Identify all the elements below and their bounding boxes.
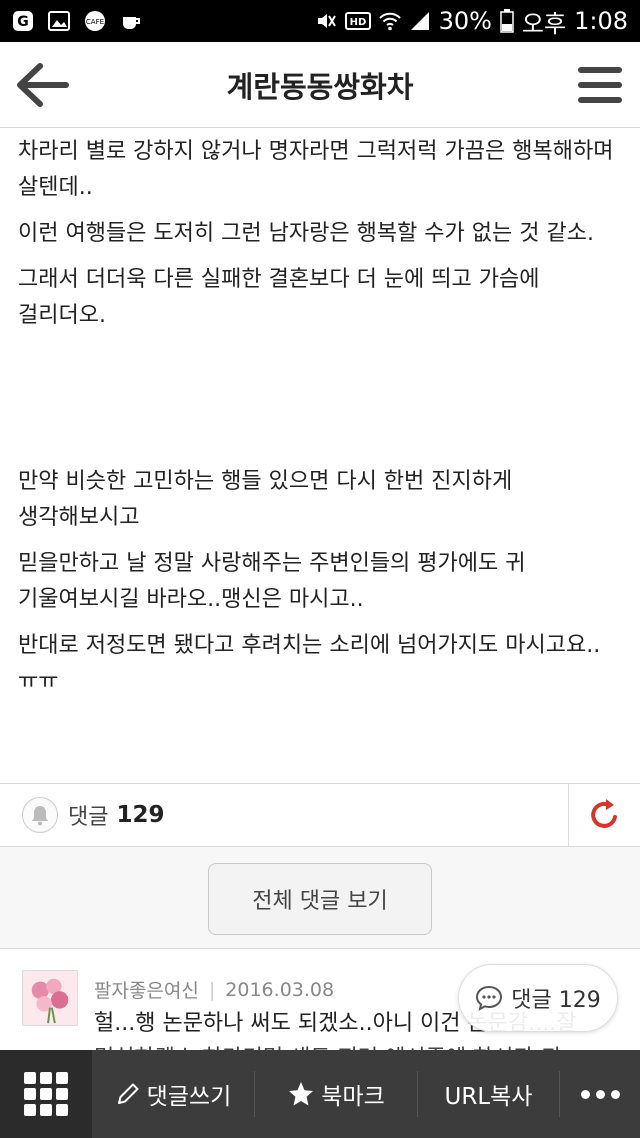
more-options-button[interactable] bbox=[560, 1089, 640, 1099]
hamburger-menu-icon[interactable] bbox=[576, 64, 624, 106]
apps-grid-button[interactable] bbox=[0, 1050, 92, 1138]
page-title: 계란동동쌍화차 bbox=[226, 69, 414, 104]
more-dot-icon bbox=[610, 1089, 620, 1099]
svg-text:CAFE: CAFE bbox=[86, 18, 104, 26]
back-arrow-icon[interactable] bbox=[14, 62, 70, 108]
cup-icon bbox=[123, 17, 140, 29]
mute-icon bbox=[317, 14, 336, 28]
time-ampm: 오후 bbox=[521, 9, 567, 38]
refresh-icon bbox=[590, 799, 617, 828]
wifi-icon bbox=[378, 12, 401, 31]
grid-icon bbox=[24, 1072, 68, 1116]
more-dot-icon bbox=[595, 1089, 605, 1099]
comment-author[interactable]: 팔자좋은여신 bbox=[94, 976, 199, 1003]
status-bar: G CAFE HD 30% 오후 1:08 bbox=[0, 0, 640, 42]
meta-divider: | bbox=[208, 978, 216, 1001]
comments-label: 댓글 bbox=[68, 805, 109, 830]
pencil-icon bbox=[117, 1083, 139, 1104]
url-copy-button[interactable]: URL복사 bbox=[418, 1050, 559, 1138]
bookmark-label: 북마크 bbox=[321, 1084, 385, 1110]
bottom-toolbar: 댓글쓰기 북마크 URL복사 bbox=[0, 1050, 640, 1138]
url-copy-label: URL복사 bbox=[444, 1084, 533, 1110]
svg-text:G: G bbox=[17, 14, 29, 30]
comments-header: 댓글 129 bbox=[0, 783, 640, 847]
avatar bbox=[22, 970, 78, 1026]
bell-icon bbox=[32, 806, 48, 826]
comment-date: 2016.03.08 bbox=[225, 978, 335, 1001]
article-paragraph: 만약 비슷한 고민하는 행들 있으면 다시 한번 진지하게 생각해보시고 bbox=[18, 469, 513, 530]
floating-comments-label: 댓글 129 bbox=[511, 988, 601, 1013]
view-all-comments-button[interactable]: 전체 댓글 보기 bbox=[208, 863, 432, 935]
view-all-section: 전체 댓글 보기 bbox=[0, 847, 640, 949]
hd-icon: HD bbox=[344, 12, 371, 30]
article-body: 차라리 별로 강하지 않거나 명자라면 그럭저럭 가끔은 행복해하며 살텐데..… bbox=[0, 128, 640, 783]
refresh-button[interactable] bbox=[568, 784, 640, 846]
notification-icons: G CAFE bbox=[12, 10, 142, 32]
gallery-icon bbox=[48, 11, 70, 31]
article-paragraph: 반대로 저정도면 됐다고 후려치는 소리에 넘어가지도 마시고요..ㅠㅠ bbox=[18, 633, 601, 694]
article-paragraph: 그래서 더더욱 다른 실패한 결혼보다 더 눈에 띄고 가슴에 걸리더오. bbox=[18, 267, 540, 328]
battery-icon bbox=[500, 9, 514, 33]
cafe-badge-icon: CAFE bbox=[85, 11, 105, 31]
app-bar: 계란동동쌍화차 bbox=[0, 42, 640, 128]
speech-bubble-icon bbox=[476, 985, 503, 1011]
star-icon bbox=[289, 1082, 314, 1106]
notification-bell-button[interactable] bbox=[22, 797, 58, 833]
write-comment-button[interactable]: 댓글쓰기 bbox=[92, 1050, 254, 1138]
article-paragraph: 차라리 별로 강하지 않거나 명자라면 그럭저럭 가끔은 행복해하며 살텐데.. bbox=[18, 139, 614, 200]
bookmark-button[interactable]: 북마크 bbox=[255, 1050, 417, 1138]
app-g-icon: G bbox=[13, 11, 33, 31]
comment-text-continued: 명심하겠소 하마터면 새도 지러 예시주에 하시과 되 bbox=[94, 1040, 561, 1050]
comments-count: 129 bbox=[116, 802, 165, 828]
signal-icon bbox=[410, 12, 429, 30]
more-dot-icon bbox=[580, 1089, 590, 1099]
clock: 1:08 bbox=[574, 7, 628, 35]
battery-percent: 30% bbox=[438, 7, 492, 35]
write-comment-label: 댓글쓰기 bbox=[146, 1084, 232, 1110]
article-paragraph: 믿을만하고 날 정말 사랑해주는 주변인들의 평가에도 귀 기울여보시길 바라오… bbox=[18, 551, 526, 612]
system-indicators: HD 30% 오후 1:08 bbox=[315, 4, 628, 39]
svg-text:HD: HD bbox=[349, 17, 366, 28]
floating-comments-button[interactable]: 댓글 129 bbox=[458, 964, 618, 1032]
comment-meta: 팔자좋은여신 | 2016.03.08 bbox=[94, 976, 334, 1003]
paragraph-spacer bbox=[18, 344, 622, 464]
article-paragraph: 이런 여행들은 도저히 그런 남자랑은 행복할 수가 없는 것 같소. bbox=[18, 221, 594, 246]
